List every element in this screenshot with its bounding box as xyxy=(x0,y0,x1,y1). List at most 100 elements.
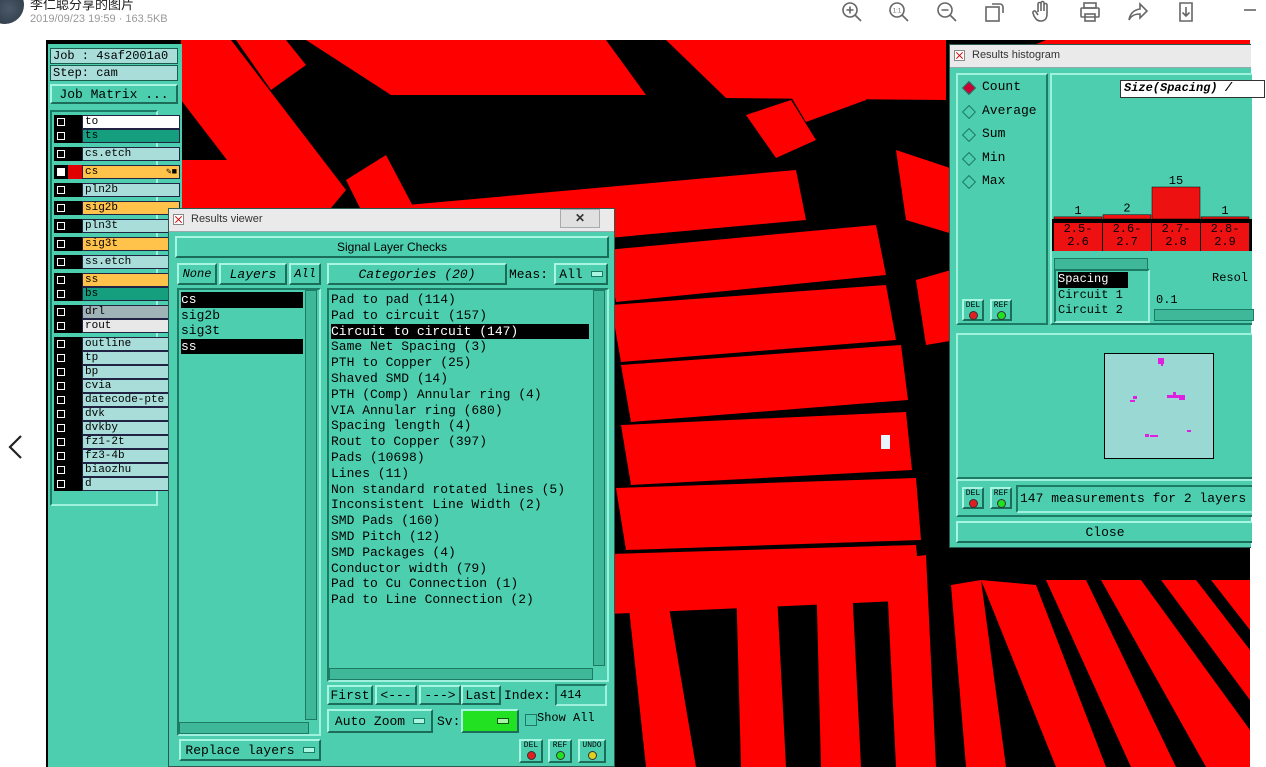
layer-name[interactable]: fz1-2t xyxy=(82,435,180,449)
layer-name[interactable]: cvia xyxy=(82,379,180,393)
auto-zoom-select[interactable]: Auto Zoom xyxy=(327,709,433,733)
layer-checkbox[interactable] xyxy=(54,365,68,379)
histogram-titlebar[interactable]: Results histogram xyxy=(950,45,1251,68)
category-item[interactable]: Non standard rotated lines (5) xyxy=(331,482,589,498)
last-button[interactable]: Last xyxy=(461,685,501,705)
layer-name[interactable]: ss✎ xyxy=(82,273,180,287)
category-item[interactable]: Spacing length (4) xyxy=(331,418,589,434)
layer-color-swatch[interactable] xyxy=(68,319,82,333)
layer-name[interactable]: cs ✎■ xyxy=(82,165,180,179)
resolution-slider[interactable] xyxy=(1154,309,1254,321)
layer-name[interactable]: sig2b xyxy=(82,201,180,215)
category-item[interactable]: VIA Annular ring (680) xyxy=(331,403,589,419)
layer-name[interactable]: tp xyxy=(82,351,180,365)
layer-checkbox[interactable] xyxy=(54,319,68,333)
layer-color-swatch[interactable] xyxy=(68,273,82,287)
ref-button[interactable]: REF xyxy=(548,739,572,763)
layer-name[interactable]: rout xyxy=(82,319,180,333)
layer-name[interactable]: fz3-4b xyxy=(82,449,180,463)
layer-checkbox[interactable] xyxy=(54,237,68,251)
layer-result-item[interactable]: sig2b xyxy=(181,308,303,324)
category-item[interactable]: Shaved SMD (14) xyxy=(331,371,589,387)
layer-name[interactable]: cs.etch xyxy=(82,147,180,161)
layer-color-swatch[interactable] xyxy=(68,449,82,463)
job-matrix-button[interactable]: Job Matrix ... xyxy=(50,84,178,104)
layer-checkbox[interactable] xyxy=(54,449,68,463)
layer-color-swatch[interactable] xyxy=(68,219,82,233)
print-icon[interactable] xyxy=(1078,0,1102,24)
del-button[interactable]: DEL xyxy=(519,739,543,763)
layer-color-swatch[interactable] xyxy=(68,165,82,179)
layer-name[interactable]: ss.etch xyxy=(82,255,180,269)
hand-icon[interactable] xyxy=(1030,0,1054,24)
layer-checkbox[interactable] xyxy=(54,147,68,161)
layer-row-cs[interactable]: cs ✎■ xyxy=(54,165,204,179)
ref-button[interactable]: REF xyxy=(990,299,1012,321)
layer-name[interactable]: d xyxy=(82,477,180,491)
layer-color-swatch[interactable] xyxy=(68,365,82,379)
index-field[interactable]: 414 xyxy=(555,684,607,706)
signal-layer-checks-header[interactable]: Signal Layer Checks xyxy=(175,236,609,258)
share-icon[interactable] xyxy=(1126,0,1150,24)
prev-button[interactable]: <--- xyxy=(375,685,417,705)
layer-color-swatch[interactable] xyxy=(68,407,82,421)
category-item[interactable]: Pad to Cu Connection (1) xyxy=(331,576,589,592)
category-item[interactable]: SMD Pads (160) xyxy=(331,513,589,529)
del-button[interactable]: DEL xyxy=(962,299,984,321)
layer-name[interactable]: dvk xyxy=(82,407,180,421)
layer-color-swatch[interactable] xyxy=(68,115,82,129)
close-button[interactable]: Close xyxy=(956,521,1252,543)
layer-color-swatch[interactable] xyxy=(68,393,82,407)
layer-color-swatch[interactable] xyxy=(68,287,82,301)
layer-color-swatch[interactable] xyxy=(68,183,82,197)
layer-checkbox[interactable] xyxy=(54,255,68,269)
avatar[interactable] xyxy=(0,0,24,24)
layer-color-swatch[interactable] xyxy=(68,435,82,449)
ref-button[interactable]: REF xyxy=(990,487,1012,509)
category-item[interactable]: Pad to pad (114) xyxy=(331,292,589,308)
layer-color-swatch[interactable] xyxy=(68,351,82,365)
actual-size-icon[interactable]: 1:1 xyxy=(887,0,911,24)
close-icon[interactable] xyxy=(1238,0,1262,24)
layer-list-scrollbar[interactable] xyxy=(305,290,317,720)
layers-button[interactable]: Layers xyxy=(219,263,287,285)
close-icon[interactable]: ✕ xyxy=(560,209,600,228)
category-item[interactable]: Inconsistent Line Width (2) xyxy=(331,497,589,513)
layer-color-swatch[interactable] xyxy=(68,147,82,161)
zoom-out-icon[interactable] xyxy=(935,0,959,24)
layer-checkbox[interactable] xyxy=(54,435,68,449)
download-icon[interactable] xyxy=(1174,0,1198,24)
meas-select[interactable]: All xyxy=(554,263,608,285)
layer-name[interactable]: bs xyxy=(82,287,180,301)
layer-name[interactable]: biaozhu xyxy=(82,463,180,477)
layer-checkbox[interactable] xyxy=(54,183,68,197)
category-list-scrollbar[interactable] xyxy=(593,290,605,666)
layer-name[interactable]: datecode-pte xyxy=(82,393,180,407)
category-item[interactable]: Pad to circuit (157) xyxy=(331,308,589,324)
layer-row-cs-etch[interactable]: cs.etch xyxy=(54,147,204,161)
layer-checkbox[interactable] xyxy=(54,273,68,287)
category-item[interactable]: PTH to Copper (25) xyxy=(331,355,589,371)
layer-checkbox[interactable] xyxy=(54,305,68,319)
replace-layers-button[interactable]: Replace layers xyxy=(179,739,321,761)
layer-color-swatch[interactable] xyxy=(68,305,82,319)
bin-label[interactable]: 2.8- 2.9 xyxy=(1201,223,1250,251)
categories-button[interactable]: Categories (20) xyxy=(327,263,507,285)
layer-color-swatch[interactable] xyxy=(68,379,82,393)
layer-name[interactable]: outline xyxy=(82,337,180,351)
previous-image-button[interactable] xyxy=(0,424,36,470)
undo-button[interactable]: UNDO xyxy=(578,739,606,763)
next-button[interactable]: ---> xyxy=(419,685,461,705)
category-item[interactable]: Pad to Line Connection (2) xyxy=(331,592,589,608)
layer-name[interactable]: drl xyxy=(82,305,180,319)
board-preview[interactable] xyxy=(1104,353,1214,459)
category-list-hscrollbar[interactable] xyxy=(329,668,593,680)
layer-result-item[interactable]: cs xyxy=(181,292,303,308)
layer-checkbox[interactable] xyxy=(54,287,68,301)
layer-row-to[interactable]: to xyxy=(54,115,204,129)
category-item[interactable]: Same Net Spacing (3) xyxy=(331,339,589,355)
category-item[interactable]: SMD Pitch (12) xyxy=(331,529,589,545)
layer-color-swatch[interactable] xyxy=(68,463,82,477)
layer-color-swatch[interactable] xyxy=(68,421,82,435)
layer-color-swatch[interactable] xyxy=(68,337,82,351)
